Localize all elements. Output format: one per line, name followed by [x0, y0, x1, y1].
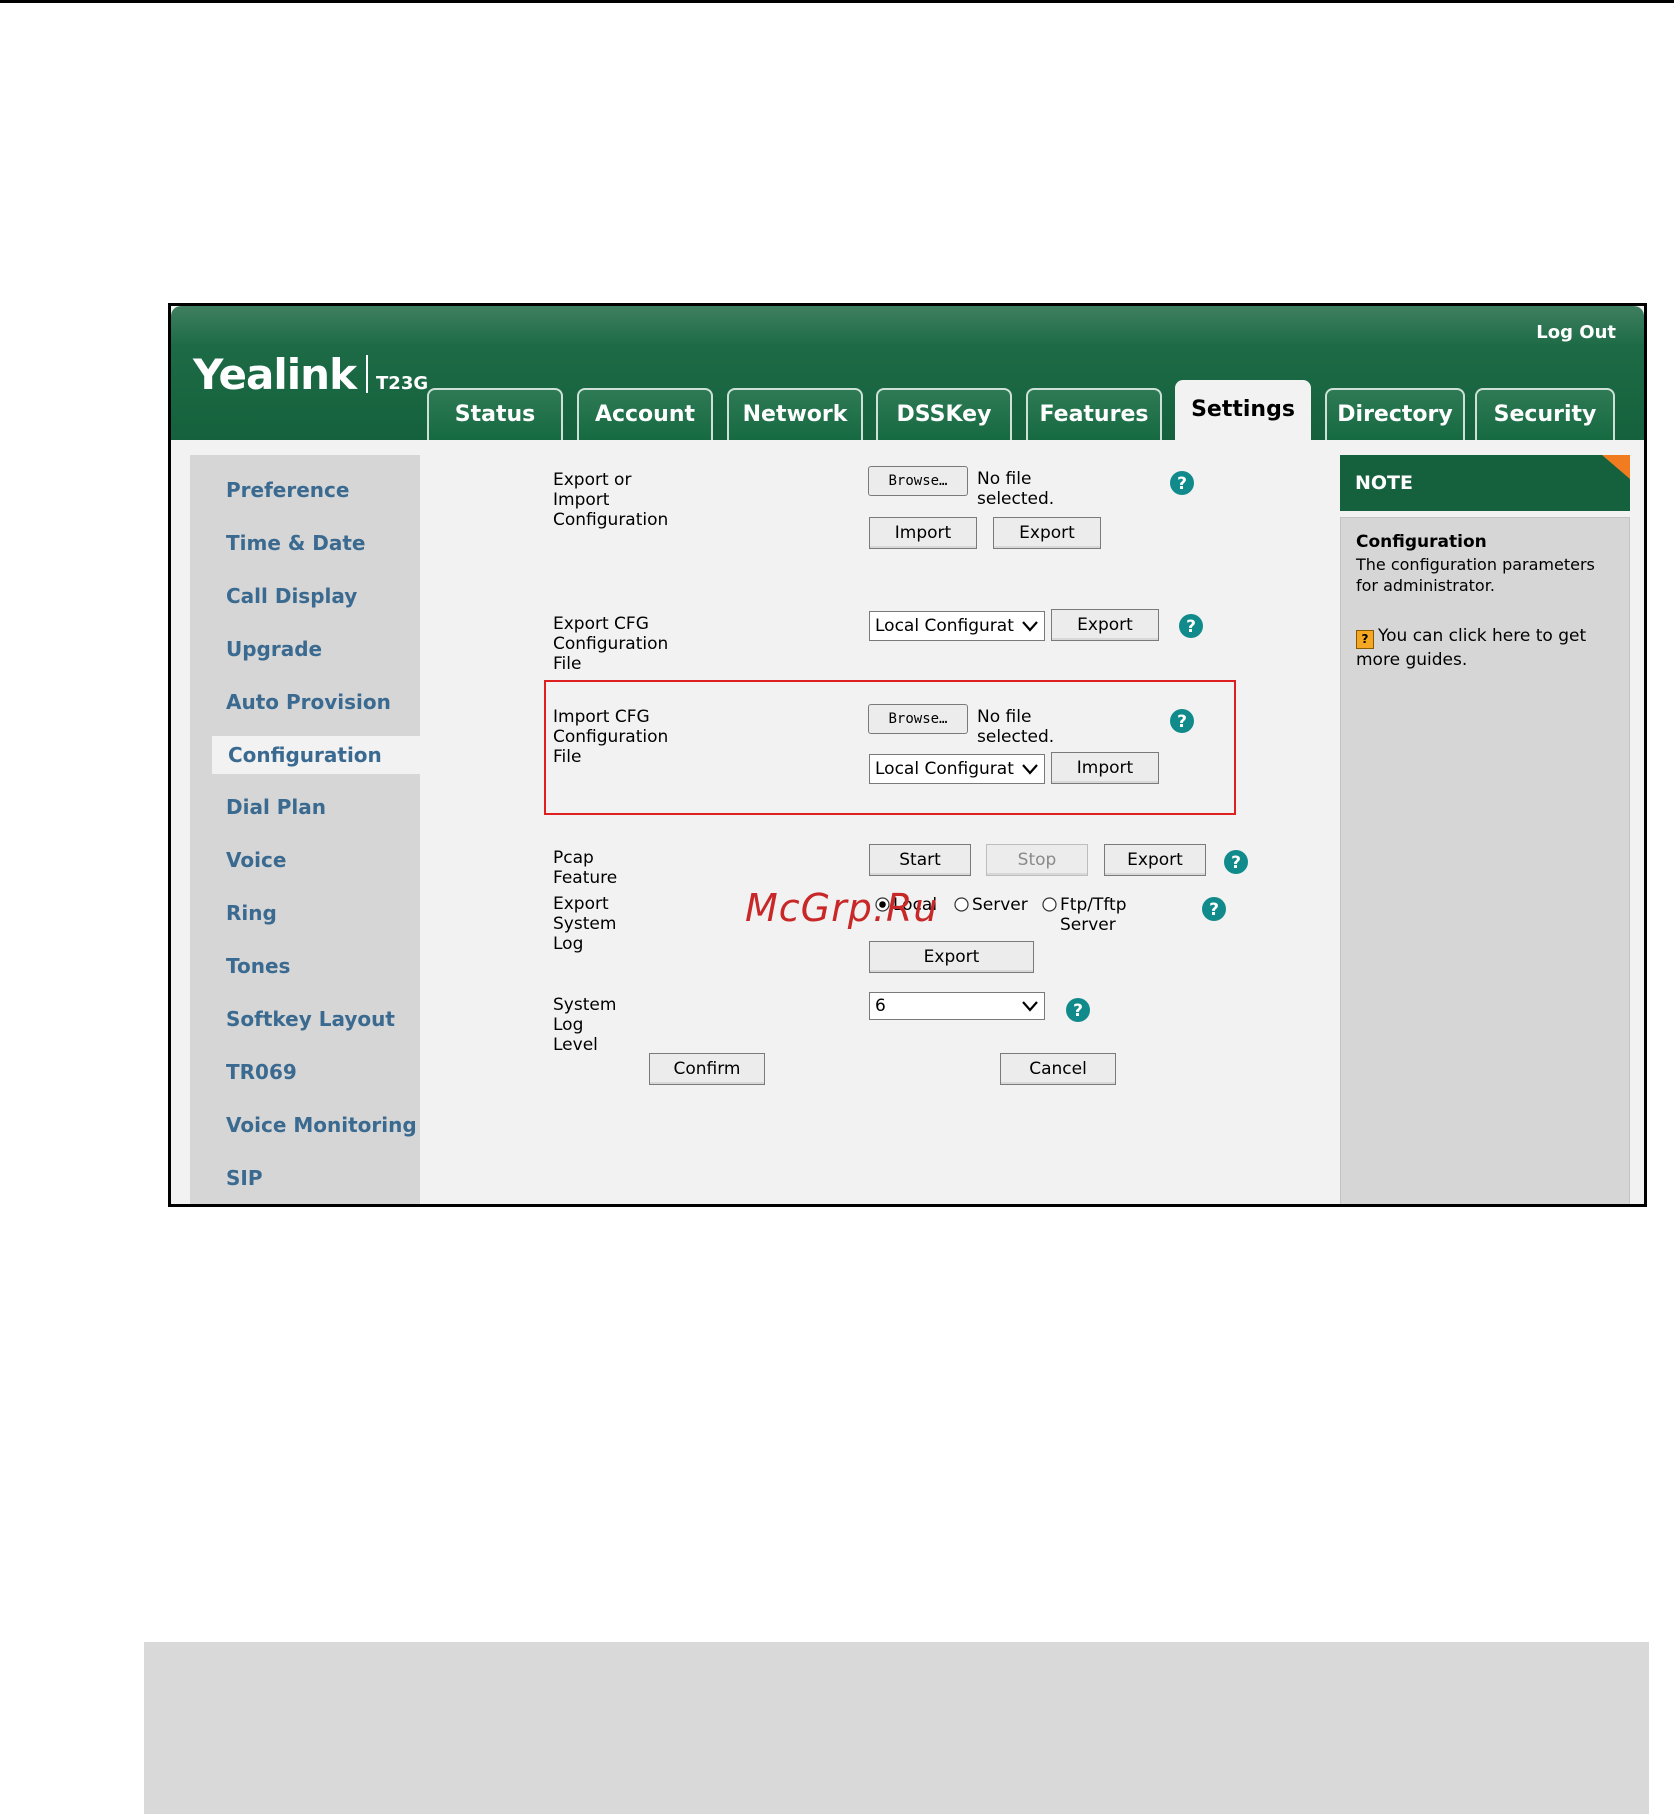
sidebar-item-softkey-layout[interactable]: Softkey Layout	[190, 1000, 430, 1038]
sidebar-item-sip[interactable]: SIP	[190, 1159, 430, 1197]
note-description: The configuration parameters for adminis…	[1356, 555, 1595, 595]
sidebar-item-preference[interactable]: Preference	[190, 471, 430, 509]
tab-status[interactable]: Status	[427, 388, 563, 440]
pcap-stop-button[interactable]: Stop	[986, 844, 1088, 876]
sidebar-item-dial-plan[interactable]: Dial Plan	[190, 788, 430, 826]
svg-text:?: ?	[1209, 900, 1219, 920]
tab-account[interactable]: Account	[577, 388, 713, 440]
settings-sidebar	[190, 455, 420, 1204]
file-status: No file selected.	[977, 469, 1055, 509]
import-cfg-label: Import CFG Configuration File	[553, 707, 669, 767]
pcap-label: Pcap Feature	[553, 848, 618, 888]
note-heading: NOTE	[1355, 472, 1413, 494]
sidebar-item-tr069[interactable]: TR069	[190, 1053, 430, 1091]
export-button[interactable]: Export	[993, 517, 1101, 549]
note-corner-flag	[1602, 455, 1630, 479]
svg-text:?: ?	[1186, 617, 1196, 637]
browse-button[interactable]: Browse…	[868, 466, 968, 496]
sidebar-item-tones[interactable]: Tones	[190, 947, 430, 985]
help-icon[interactable]: ?	[1170, 471, 1194, 495]
import-button[interactable]: Import	[869, 517, 977, 549]
watermark: McGrp.Ru	[745, 886, 939, 930]
pcap-start-button[interactable]: Start	[869, 844, 971, 876]
browser-screenshot: Yealink T23G Log Out Status Account Netwo…	[168, 303, 1647, 1207]
export-cfg-select[interactable]: Local Configuration	[869, 611, 1045, 641]
model-name: T23G	[376, 373, 429, 394]
help-icon[interactable]: ?	[1202, 897, 1226, 921]
radio-server[interactable]	[954, 897, 969, 912]
header-bar: Yealink T23G Log Out Status Account Netwo…	[171, 306, 1644, 440]
confirm-button[interactable]: Confirm	[649, 1053, 765, 1085]
export-cfg-button[interactable]: Export	[1051, 609, 1159, 641]
help-icon[interactable]: ?	[1170, 709, 1194, 733]
export-cfg-select-value: Local Configuration	[875, 616, 1015, 636]
import-cfg-select-value: Local Configuration	[875, 759, 1015, 779]
note-guide-link[interactable]: ? You can click here to get more guides.	[1356, 625, 1616, 672]
sidebar-item-call-display[interactable]: Call Display	[190, 577, 430, 615]
logout-link[interactable]: Log Out	[1536, 322, 1616, 343]
top-rule	[0, 0, 1674, 3]
help-icon[interactable]: ?	[1179, 614, 1203, 638]
guide-book-icon: ?	[1356, 630, 1374, 649]
svg-text:?: ?	[1177, 474, 1187, 494]
chevron-down-icon	[1022, 621, 1038, 632]
sidebar-item-configuration[interactable]: Configuration	[212, 736, 432, 774]
bottom-gray-band	[144, 1642, 1649, 1814]
sidebar-item-voice[interactable]: Voice	[190, 841, 430, 879]
sidebar-item-upgrade[interactable]: Upgrade	[190, 630, 430, 668]
tab-dsskey[interactable]: DSSKey	[876, 388, 1012, 440]
tab-network[interactable]: Network	[727, 388, 863, 440]
logo-divider	[366, 355, 369, 393]
radio-ftp-tftp[interactable]	[1042, 897, 1057, 912]
radio-ftp-tftp-label: Ftp/Tftp Server	[1060, 895, 1127, 935]
log-level-value: 6	[875, 996, 886, 1016]
sidebar-item-auto-provision[interactable]: Auto Provision	[190, 683, 430, 721]
system-log-label: Export System Log	[553, 894, 617, 954]
log-level-select[interactable]: 6	[869, 992, 1045, 1020]
export-import-label: Export or Import Configuration	[553, 470, 669, 530]
import-cfg-browse-button[interactable]: Browse…	[868, 704, 968, 734]
chevron-down-icon	[1022, 764, 1038, 775]
tab-settings[interactable]: Settings	[1175, 380, 1311, 440]
note-panel-header: NOTE	[1340, 455, 1630, 511]
sidebar-item-voice-monitoring[interactable]: Voice Monitoring	[190, 1106, 430, 1144]
cancel-button[interactable]: Cancel	[1000, 1053, 1116, 1085]
radio-server-label: Server	[972, 895, 1028, 915]
svg-text:?: ?	[1073, 1001, 1083, 1021]
svg-text:?: ?	[1177, 712, 1187, 732]
chevron-down-icon	[1022, 1001, 1038, 1012]
logo-wordmark: Yealink	[193, 350, 357, 399]
export-cfg-label: Export CFG Configuration File	[553, 614, 669, 674]
note-panel: Configuration The configuration paramete…	[1340, 517, 1630, 1204]
help-icon[interactable]: ?	[1224, 850, 1248, 874]
log-level-label: System Log Level	[553, 995, 617, 1055]
tab-directory[interactable]: Directory	[1325, 388, 1465, 440]
import-cfg-file-status: No file selected.	[977, 707, 1055, 747]
note-title: Configuration	[1356, 532, 1487, 552]
pcap-export-button[interactable]: Export	[1104, 844, 1206, 876]
import-cfg-button[interactable]: Import	[1051, 752, 1159, 784]
system-log-export-button[interactable]: Export	[869, 941, 1034, 973]
tab-features[interactable]: Features	[1026, 388, 1162, 440]
svg-text:?: ?	[1231, 853, 1241, 873]
help-icon[interactable]: ?	[1066, 998, 1090, 1022]
note-guide-text: You can click here to get more guides.	[1356, 626, 1587, 670]
sidebar-item-ring[interactable]: Ring	[190, 894, 430, 932]
import-cfg-select[interactable]: Local Configuration	[869, 754, 1045, 784]
tab-security[interactable]: Security	[1475, 388, 1615, 440]
yealink-logo: Yealink T23G	[193, 350, 428, 399]
sidebar-item-time-date[interactable]: Time & Date	[190, 524, 430, 562]
